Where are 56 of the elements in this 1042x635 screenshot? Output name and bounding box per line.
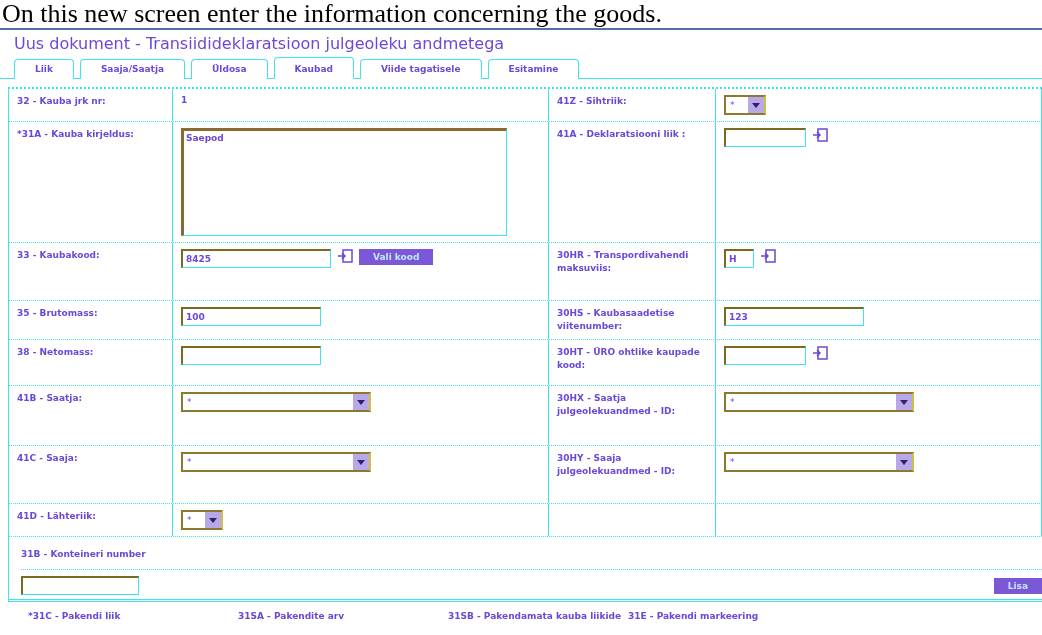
field-label: 30HS - Kaubasaadetise viitenumber: (557, 307, 676, 333)
caret-icon (752, 102, 760, 108)
select-code-button[interactable]: Vali kood (359, 249, 434, 265)
tab[interactable]: Kaubad (273, 57, 354, 79)
tab[interactable]: Esitamine (487, 59, 580, 79)
caret-icon (357, 399, 365, 405)
field-label: *31A - Kauba kirjeldus: (17, 128, 134, 141)
input-field[interactable]: 100 (181, 307, 321, 326)
column-header: 31SB - Pakendamata kauba liikide (448, 610, 622, 623)
field-label: 31B - Konteineri number (21, 549, 146, 559)
caret-icon (900, 459, 908, 465)
column-header: *31C - Pakendi liik (28, 610, 122, 623)
field-label: 30HR - Transpordivahendi maksuviis: (557, 249, 690, 275)
caret-icon (900, 399, 908, 405)
field-label: 41B - Saatja: (17, 392, 83, 405)
caret-icon (209, 517, 217, 523)
tab[interactable]: Liik (14, 59, 74, 79)
field-label: 38 - Netomass: (17, 346, 94, 359)
lookup-icon[interactable] (812, 346, 828, 360)
dropdown[interactable]: * (724, 452, 914, 472)
lookup-icon[interactable] (812, 128, 828, 142)
input-field[interactable] (181, 346, 321, 365)
container-number-field[interactable] (21, 576, 139, 595)
dropdown[interactable]: * (724, 392, 914, 412)
page-title: Uus dokument - Transiidideklaratsioon julgeoleku andmetega (13, 33, 506, 55)
dropdown[interactable]: * (181, 392, 371, 412)
column-header: 31E - Pakendi markeering (628, 610, 760, 623)
dropdown[interactable]: * (724, 95, 766, 115)
field-label: 33 - Kaubakood: (17, 249, 100, 262)
tab[interactable]: Viide tagatisele (359, 59, 482, 79)
instruction-text: On this new screen enter the information concerning the goods. (0, 0, 1042, 30)
input-field[interactable] (724, 346, 806, 365)
field-label: 35 - Brutomass: (17, 307, 98, 320)
field-label: 41Z - Sihtriik: (557, 95, 627, 108)
description-field[interactable]: Saepod (181, 128, 507, 236)
dropdown[interactable]: * (181, 510, 223, 530)
field-label: 30HX - Saatja julgeolekuandmed - ID: (557, 392, 677, 418)
field-label: 30HT - ÜRO ohtlike kaupade kood: (557, 346, 701, 372)
field-value: 1 (181, 95, 188, 105)
dropdown[interactable]: * (181, 452, 371, 472)
field-label: 41D - Lähteriik: (17, 510, 96, 523)
input-field[interactable] (724, 128, 806, 147)
tab[interactable]: Üldosa (191, 59, 268, 79)
field-label: 30HY - Saaja julgeolekuandmed - ID: (557, 452, 677, 478)
input-field[interactable]: 8425 (181, 249, 331, 268)
caret-icon (357, 459, 365, 465)
input-field[interactable]: H (724, 249, 754, 268)
tab[interactable]: Saaja/Saatja (79, 59, 186, 79)
field-label: 32 - Kauba jrk nr: (17, 95, 106, 108)
field-label: 41C - Saaja: (17, 452, 78, 465)
add-button[interactable]: Lisa (993, 577, 1042, 594)
column-header: 31SA - Pakendite arv (238, 610, 346, 623)
field-label: 41A - Deklaratsiooni liik : (557, 128, 686, 141)
lookup-icon[interactable] (760, 249, 776, 263)
input-field[interactable]: 123 (724, 307, 864, 326)
lookup-icon[interactable] (337, 249, 353, 263)
